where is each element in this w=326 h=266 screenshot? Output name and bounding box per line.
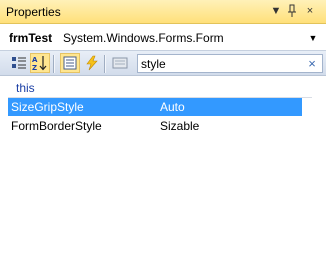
property-value[interactable]: Sizable — [160, 119, 199, 133]
property-search-box: × — [137, 54, 323, 73]
object-type: System.Windows.Forms.Form — [63, 31, 224, 45]
alphabetical-icon: A Z — [32, 56, 47, 71]
categorized-button[interactable] — [9, 53, 29, 73]
property-pages-icon — [112, 57, 128, 69]
chevron-down-icon[interactable]: ▼ — [307, 31, 319, 45]
toolbar-separator — [104, 55, 106, 73]
property-row[interactable]: FormBorderStyle Sizable — [8, 117, 302, 135]
object-selector[interactable]: frmTest System.Windows.Forms.Form ▼ — [4, 27, 322, 49]
svg-text:Z: Z — [32, 64, 37, 71]
property-value[interactable]: Auto — [160, 100, 185, 114]
property-row[interactable]: SizeGripStyle Auto — [8, 98, 302, 116]
property-name: SizeGripStyle — [11, 100, 84, 114]
categorized-icon — [12, 57, 26, 69]
object-name: frmTest — [9, 31, 53, 45]
property-pages-button[interactable] — [110, 53, 130, 73]
property-grid: this SizeGripStyle Auto FormBorderStyle … — [0, 76, 326, 266]
close-icon[interactable]: × — [302, 3, 318, 19]
events-icon — [86, 55, 98, 71]
properties-window: Properties ▼ × frmTest System.Windows.Fo… — [0, 0, 326, 266]
properties-icon — [63, 56, 77, 70]
window-dropdown-icon[interactable]: ▼ — [268, 3, 284, 19]
clear-search-icon[interactable]: × — [305, 55, 319, 72]
svg-text:A: A — [32, 56, 38, 64]
window-title: Properties — [6, 5, 61, 19]
title-bar[interactable]: Properties ▼ × — [0, 0, 326, 24]
events-button[interactable] — [82, 53, 102, 73]
properties-button[interactable] — [60, 53, 80, 73]
property-name: FormBorderStyle — [11, 119, 102, 133]
pin-icon[interactable] — [284, 3, 300, 19]
toolbar-separator — [53, 55, 55, 73]
search-input[interactable] — [141, 56, 291, 71]
property-toolbar: A Z style × — [0, 50, 326, 76]
alphabetical-button[interactable]: A Z — [30, 53, 50, 73]
category-header[interactable]: this — [16, 81, 35, 95]
